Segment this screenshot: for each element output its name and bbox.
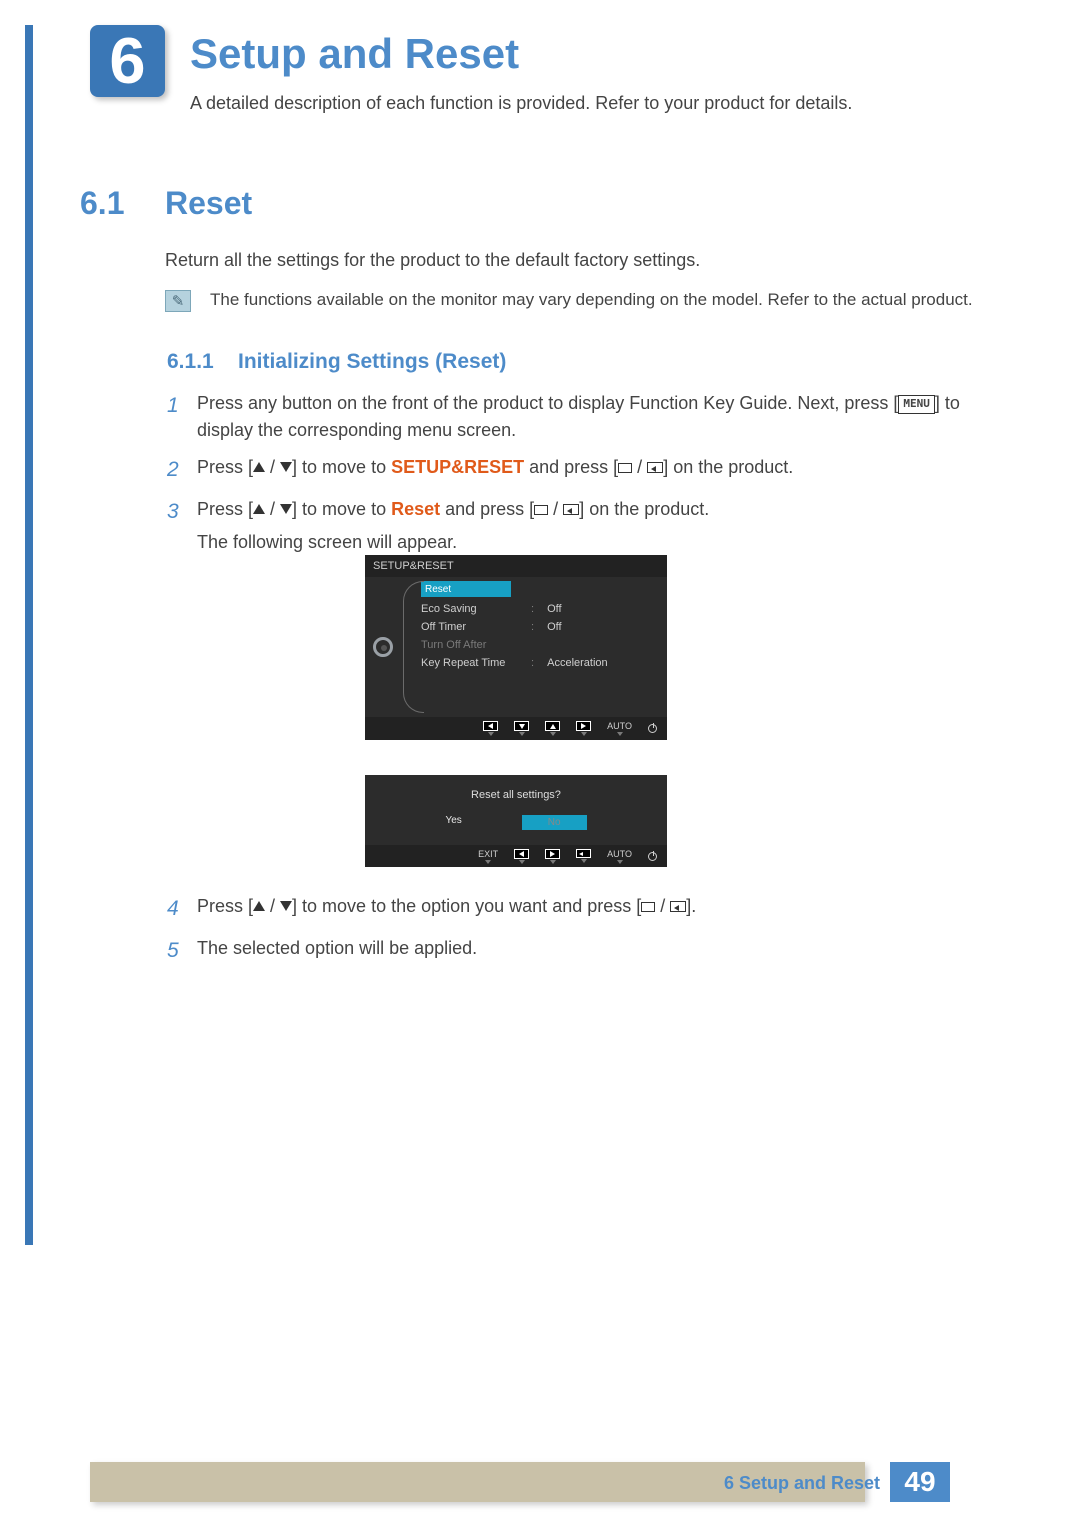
osd-menu-item: Key Repeat Time: Acceleration	[421, 654, 659, 672]
step-text: The following screen will appear.	[197, 529, 1010, 556]
menu-button-label: MENU	[898, 395, 935, 414]
osd-exit-label: EXIT	[478, 849, 498, 859]
step-1: 1 Press any button on the front of the p…	[167, 390, 1010, 444]
step-text: Press any button on the front of the pro…	[197, 393, 898, 413]
footer-page-number: 49	[890, 1462, 950, 1502]
gear-icon	[373, 637, 393, 657]
chapter-number-badge: 6	[90, 25, 165, 97]
note-text: The functions available on the monitor m…	[210, 290, 1010, 310]
power-icon	[648, 852, 657, 861]
step-3: 3 Press [ / ] to move to Reset and press…	[167, 496, 1010, 556]
note-icon: ✎	[165, 290, 191, 312]
down-arrow-icon	[280, 504, 292, 514]
osd-menu-item: Turn Off After	[421, 636, 659, 654]
osd-nav-enter	[576, 849, 591, 863]
step-text: Press [	[197, 896, 253, 916]
osd-nav-power	[648, 724, 657, 733]
step-number: 2	[167, 454, 197, 486]
osd-setup-reset-screenshot: SETUP&RESET Reset Eco Saving: Off Off Ti…	[365, 555, 667, 740]
up-arrow-icon	[253, 462, 265, 472]
osd-menu-item: Off Timer: Off	[421, 618, 659, 636]
step-number: 1	[167, 390, 197, 444]
step-text: Press [	[197, 457, 253, 477]
osd-arc-divider	[401, 577, 415, 717]
step-text: and press [	[524, 457, 618, 477]
osd-auto-label: AUTO	[607, 849, 632, 859]
step-text: ] on the product.	[579, 499, 709, 519]
osd-nav-right	[545, 849, 560, 864]
step-text: ].	[686, 896, 696, 916]
osd-menu-item: Eco Saving: Off	[421, 600, 659, 618]
osd-item-label: Off Timer	[421, 621, 531, 633]
step-text: and press [	[440, 499, 534, 519]
osd-item-value: Acceleration	[547, 657, 608, 669]
step-text: ] to move to the option you want and pre…	[292, 896, 641, 916]
up-arrow-icon	[253, 901, 265, 911]
osd-yes-option: Yes	[445, 815, 461, 830]
step-text: The selected option will be applied.	[197, 935, 1010, 967]
osd-item-label: Eco Saving	[421, 603, 531, 615]
osd-no-option-selected: No	[522, 815, 587, 830]
osd-nav-down	[514, 721, 529, 736]
source-icon	[534, 505, 548, 515]
osd-nav-bar: EXIT AUTO	[365, 845, 667, 867]
osd-nav-bar: AUTO	[365, 717, 667, 740]
steps-list: 1 Press any button on the front of the p…	[167, 390, 1010, 566]
page-title: Setup and Reset	[190, 30, 519, 78]
osd-category-icon-column	[365, 577, 401, 717]
step-text: ] on the product.	[663, 457, 793, 477]
step-number: 5	[167, 935, 197, 967]
section-title: Reset	[165, 185, 252, 222]
step-text: ] to move to	[292, 499, 391, 519]
page-subtitle: A detailed description of each function …	[190, 93, 852, 114]
osd-nav-auto: AUTO	[607, 849, 632, 864]
osd-item-label: Turn Off After	[421, 639, 531, 651]
osd-nav-power	[648, 852, 657, 861]
source-icon	[618, 463, 632, 473]
osd-nav-right	[576, 721, 591, 736]
osd-nav-left	[483, 721, 498, 736]
section-number: 6.1	[80, 185, 124, 222]
enter-icon	[576, 849, 591, 858]
osd-item-label: Reset	[425, 584, 451, 595]
step-2: 2 Press [ / ] to move to SETUP&RESET and…	[167, 454, 1010, 486]
osd-item-label: Key Repeat Time	[421, 657, 531, 669]
osd-nav-exit: EXIT	[478, 849, 498, 864]
osd-menu-item-selected: Reset	[421, 581, 511, 597]
left-accent-strip	[25, 25, 33, 1245]
step-text: ] to move to	[292, 457, 391, 477]
step-target: Reset	[391, 499, 440, 519]
step-number: 4	[167, 893, 197, 925]
osd-reset-confirm-screenshot: Reset all settings? Yes No EXIT AUTO	[365, 775, 667, 867]
osd-title: SETUP&RESET	[365, 555, 667, 577]
step-5: 5 The selected option will be applied.	[167, 935, 1010, 967]
osd-nav-auto: AUTO	[607, 721, 632, 736]
power-icon	[648, 724, 657, 733]
step-number: 3	[167, 496, 197, 556]
step-4: 4 Press [ / ] to move to the option you …	[167, 893, 1010, 925]
section-description: Return all the settings for the product …	[165, 250, 700, 271]
osd-item-value: Off	[547, 603, 561, 615]
step-target: SETUP&RESET	[391, 457, 524, 477]
step-text: Press [	[197, 499, 253, 519]
enter-icon	[563, 504, 579, 515]
enter-icon	[647, 462, 663, 473]
enter-icon	[670, 901, 686, 912]
source-icon	[641, 902, 655, 912]
subsection-number: 6.1.1	[167, 350, 214, 374]
up-arrow-icon	[253, 504, 265, 514]
down-arrow-icon	[280, 901, 292, 911]
subsection-title: Initializing Settings (Reset)	[238, 350, 506, 374]
footer-chapter-label: 6 Setup and Reset	[724, 1473, 880, 1494]
steps-list-continued: 4 Press [ / ] to move to the option you …	[167, 893, 1010, 976]
osd-menu-list: Reset Eco Saving: Off Off Timer: Off Tur…	[415, 577, 667, 717]
osd-item-value: Off	[547, 621, 561, 633]
osd-confirm-question: Reset all settings?	[365, 775, 667, 801]
osd-nav-left	[514, 849, 529, 864]
osd-nav-up	[545, 721, 560, 736]
down-arrow-icon	[280, 462, 292, 472]
osd-auto-label: AUTO	[607, 721, 632, 731]
